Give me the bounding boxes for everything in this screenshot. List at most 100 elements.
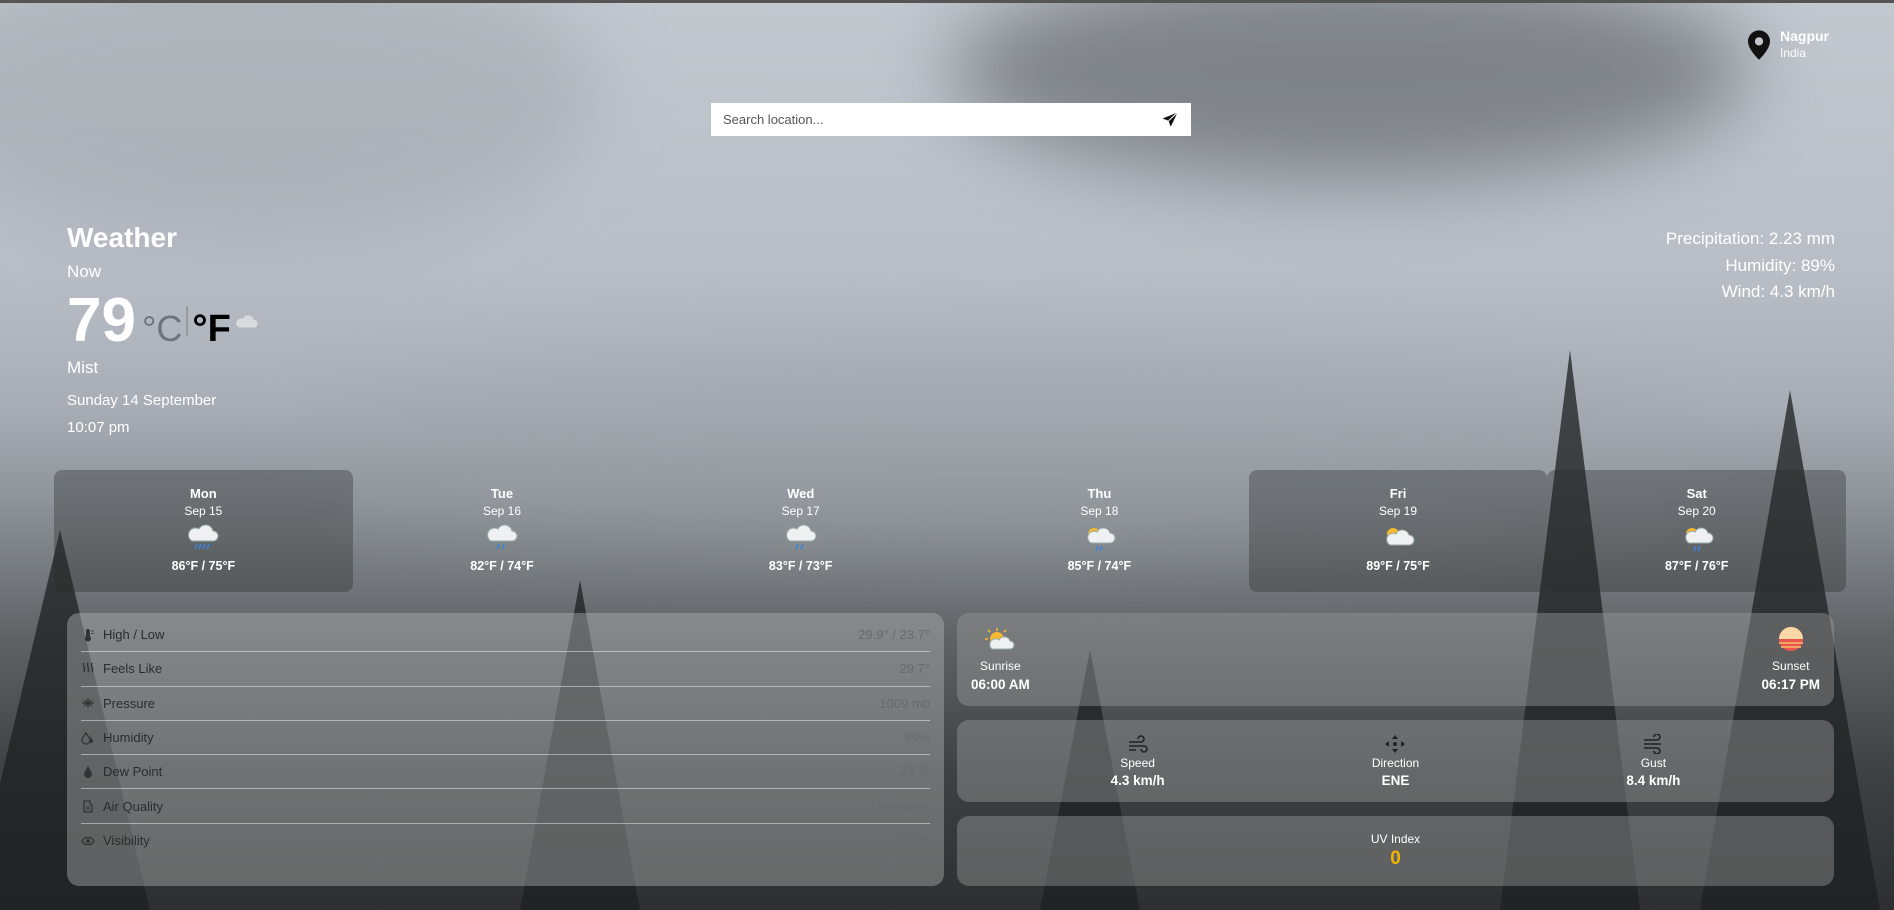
wind-stat: Wind: 4.3 km/h	[1721, 282, 1835, 301]
sunset-time: 06:17 PM	[1761, 677, 1820, 692]
wind-direction: Direction ENE	[1372, 734, 1419, 788]
sunrise-label: Sunrise	[980, 659, 1021, 673]
rain-cloud-icon	[188, 524, 219, 550]
unit-celsius-toggle[interactable]: °C	[142, 308, 182, 350]
location-country: India	[1780, 46, 1807, 60]
forecast-day-name: Wed	[787, 486, 815, 501]
forecast-strip: Mon Sep 15 86°F / 75°F Tue Sep 16 82°F /…	[54, 470, 1847, 592]
forecast-day-temps: 89°F / 75°F	[1366, 559, 1430, 573]
sunrise-block: Sunrise 06:00 AM	[971, 625, 1030, 692]
current-date: Sunday 14 September	[67, 392, 217, 409]
detail-label: Dew Point	[103, 764, 163, 780]
forecast-day[interactable]: Thu Sep 18 85°F / 74°F	[950, 470, 1249, 592]
details-panel: High / Low 29.9° / 23.7° Feels Like 29.7…	[67, 613, 944, 886]
detail-value: 3 km	[901, 833, 930, 849]
sun-cloud-icon	[1386, 528, 1415, 546]
forecast-day[interactable]: Tue Sep 16 82°F / 74°F	[353, 470, 652, 592]
forecast-day-name: Thu	[1087, 486, 1112, 501]
droplet-icon	[84, 765, 92, 778]
thermometer-icon	[85, 628, 94, 642]
wind-icon	[1128, 735, 1148, 753]
wind-gust-value: 8.4 km/h	[1626, 773, 1681, 788]
precipitation-stat: Precipitation: 2.23 mm	[1665, 229, 1835, 248]
forecast-day-name: Fri	[1389, 486, 1407, 501]
detail-row: Pressure 1009 mb	[81, 687, 930, 721]
detail-label: Visibility	[103, 833, 150, 849]
pressure-icon	[82, 698, 94, 709]
uv-card: UV Index 0	[957, 816, 1834, 886]
location-display: Nagpur India	[1748, 28, 1829, 60]
detail-value: 1009 mb	[879, 695, 930, 711]
forecast-day-temps: 86°F / 75°F	[171, 559, 236, 573]
wind-direction-value: ENE	[1381, 773, 1410, 788]
top-border	[0, 0, 1894, 3]
detail-value: 29.9° / 23.7°	[858, 627, 930, 643]
unit-fahrenheit-toggle[interactable]: °F	[192, 308, 230, 351]
detail-row: Feels Like 29.7°	[81, 652, 930, 687]
current-weather: Weather Now 79 °C °F Mist Sunday 14 Sept…	[67, 222, 259, 436]
forecast-day-date: Sep 18	[1080, 504, 1119, 518]
gust-icon	[1644, 734, 1662, 754]
detail-row: High / Low 29.9° / 23.7°	[81, 618, 930, 653]
detail-row: Humidity 89%	[81, 721, 930, 756]
forecast-day-date: Sep 20	[1677, 504, 1716, 518]
current-temperature: 79	[67, 286, 136, 355]
sunset-icon	[1778, 627, 1803, 651]
detail-value: Unhealthy	[871, 798, 930, 814]
search-input[interactable]	[723, 112, 1161, 127]
sunset-label: Sunset	[1772, 659, 1810, 673]
forecast-day[interactable]: Sat Sep 20 87°F / 76°F	[1547, 470, 1847, 592]
rain-cloud-icon	[487, 524, 518, 550]
detail-label: High / Low	[103, 627, 165, 643]
detail-value: 23.7°	[899, 764, 930, 780]
location-city: Nagpur	[1780, 28, 1829, 44]
humidity-icon	[81, 731, 93, 745]
detail-label: Humidity	[103, 730, 154, 746]
detail-row: Visibility 3 km	[81, 824, 930, 858]
uv-index-value: 0	[1390, 848, 1401, 869]
detail-label: Feels Like	[103, 661, 163, 677]
eye-icon	[81, 836, 95, 846]
forecast-day-date: Sep 19	[1379, 504, 1418, 518]
detail-label: Pressure	[103, 695, 156, 711]
cloud-icon	[235, 314, 259, 329]
forecast-day[interactable]: Mon Sep 15 86°F / 75°F	[54, 470, 353, 592]
summary-stats: Precipitation: 2.23 mm Humidity: 89% Win…	[1666, 226, 1835, 306]
sunrise-icon	[985, 628, 1015, 650]
wind-speed: Speed 4.3 km/h	[1111, 734, 1165, 788]
forecast-day[interactable]: Wed Sep 17 83°F / 73°F	[651, 470, 950, 592]
compass-arrows-icon	[1385, 735, 1406, 753]
weather-description: Mist	[67, 358, 99, 377]
search-bar	[711, 103, 1191, 136]
forecast-day-temps: 87°F / 76°F	[1664, 559, 1729, 573]
detail-row: Air Quality Unhealthy	[81, 789, 930, 824]
now-label: Now	[67, 262, 102, 281]
detail-value: 89%	[903, 730, 930, 746]
forecast-day[interactable]: Fri Sep 19 89°F / 75°F	[1248, 470, 1548, 592]
detail-row: Dew Point 23.7°	[81, 755, 930, 790]
sun-card: Sunrise 06:00 AM Sunset 06:17 PM	[957, 613, 1834, 706]
map-pin-icon	[1748, 30, 1770, 60]
forecast-day-temps: 82°F / 74°F	[470, 559, 534, 573]
detail-value: 29.7°	[899, 661, 930, 677]
rain-cloud-icon	[785, 524, 817, 550]
sun-rain-cloud-icon	[1087, 527, 1116, 552]
wind-speed-value: 4.3 km/h	[1110, 773, 1165, 788]
uv-index-label: UV Index	[1370, 832, 1421, 846]
wind-speed-label: Speed	[1120, 756, 1155, 770]
forecast-day-temps: 85°F / 74°F	[1067, 559, 1132, 573]
wind-gust: Gust 8.4 km/h	[1626, 734, 1680, 788]
send-icon[interactable]	[1161, 111, 1179, 129]
mask-icon	[83, 800, 93, 813]
wind-direction-label: Direction	[1371, 756, 1420, 770]
forecast-day-name: Mon	[189, 486, 217, 501]
sunset-block: Sunset 06:17 PM	[1761, 625, 1820, 692]
forecast-day-date: Sep 16	[482, 504, 522, 518]
wind-card: Speed 4.3 km/h Direction ENE Gust 8.4 km…	[957, 720, 1834, 802]
sun-rain-cloud-icon	[1684, 527, 1714, 552]
forecast-day-name: Tue	[490, 486, 514, 501]
detail-label: Air Quality	[103, 798, 163, 814]
current-time: 10:07 pm	[67, 419, 130, 436]
forecast-day-temps: 83°F / 73°F	[768, 559, 833, 573]
unit-divider	[186, 306, 189, 336]
